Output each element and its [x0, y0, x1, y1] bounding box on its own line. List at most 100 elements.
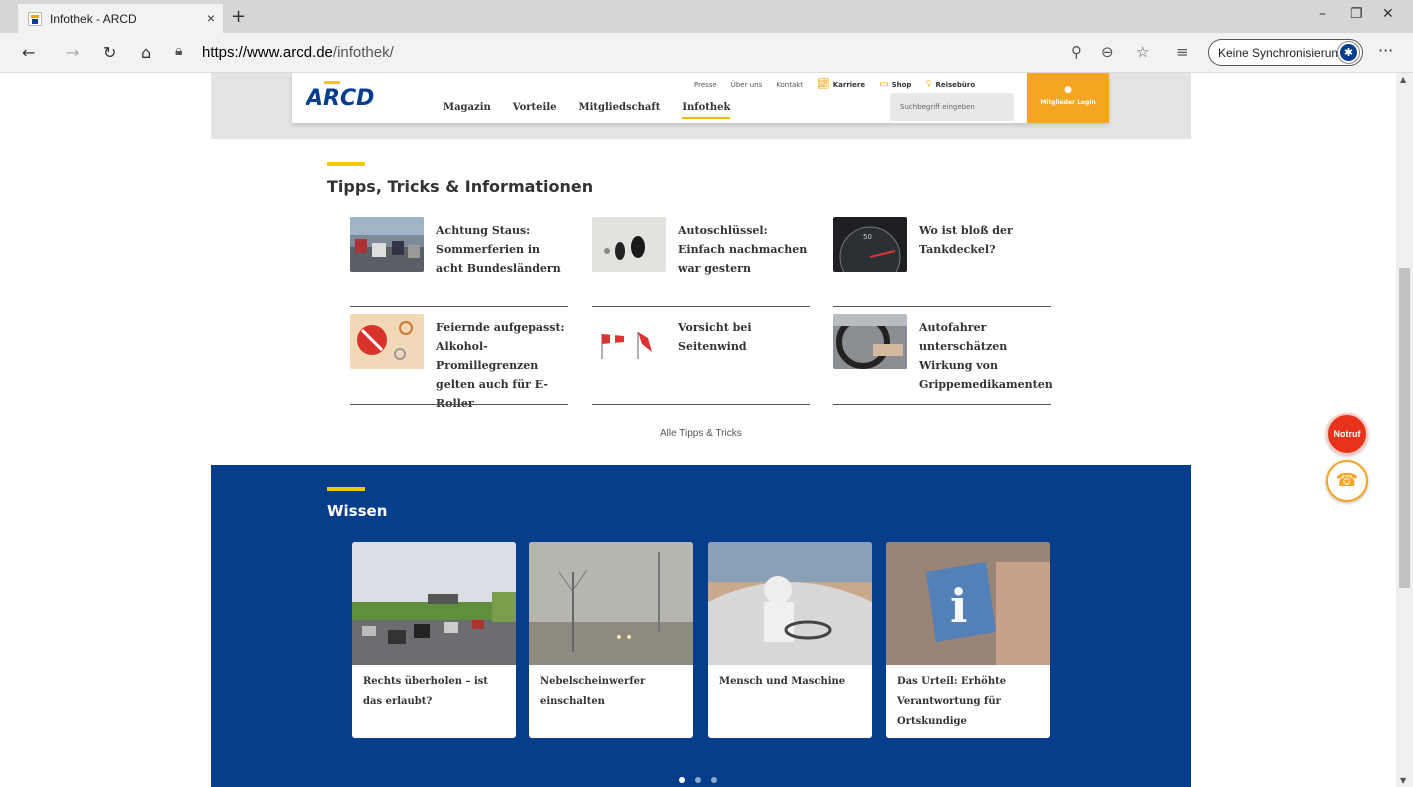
wissen-section: Wissen Rechts überholen – ist das erlaub…: [211, 465, 1191, 787]
divider: [833, 404, 1051, 405]
tip-text: Wo ist bloß der Tankdeckel?: [919, 224, 1013, 256]
tip-item[interactable]: 50 Wo ist bloß der Tankdeckel?: [833, 217, 1051, 307]
meta-reisebuero[interactable]: 💡︎ Reisebüro: [925, 79, 975, 90]
meta-shop[interactable]: ▭ Shop: [879, 79, 911, 90]
wissen-title: Wissen: [327, 502, 388, 520]
favorite-star-icon[interactable]: ☆: [1136, 43, 1149, 61]
tip-text: Vorsicht bei Seitenwind: [678, 321, 752, 353]
site-search-input[interactable]: Suchbegriff eingeben: [890, 93, 1014, 121]
url-host: https://www.arcd.de: [202, 44, 333, 61]
browser-toolbar: ← → ↻ ⌂ 🔒︎ https://www.arcd.de/infothek/…: [0, 33, 1413, 73]
tip-item[interactable]: Achtung Staus: Sommerferien in acht Bund…: [350, 217, 568, 307]
all-tips-link[interactable]: Alle Tipps & Tricks: [660, 428, 742, 439]
new-tab-button[interactable]: +: [231, 6, 246, 27]
wissen-accent-bar: [327, 487, 365, 491]
divider: [350, 306, 568, 307]
browser-tab-bar: Infothek - ARCD × + – ❐ ✕: [0, 0, 1413, 33]
tip-item[interactable]: Autoschlüssel: Einfach nachmachen war ge…: [592, 217, 810, 307]
scrollbar-thumb[interactable]: [1399, 268, 1410, 588]
meta-kontakt[interactable]: Kontakt: [776, 81, 803, 89]
tab-close-icon[interactable]: ×: [207, 10, 215, 26]
zoom-icon[interactable]: ⊖: [1101, 43, 1114, 61]
carousel-pagination: [679, 777, 717, 783]
tip-text: Achtung Staus: Sommerferien in acht Bund…: [436, 224, 561, 275]
highway-traffic-image: [352, 542, 516, 665]
wissen-card[interactable]: i Das Urteil: Erhöhte Verantwortung für …: [886, 542, 1050, 738]
svg-text:i: i: [950, 579, 967, 633]
tipps-accent-bar: [327, 162, 365, 166]
tip-text: Feiernde aufgepasst: Alkohol-Promillegre…: [436, 321, 565, 410]
phone-icon[interactable]: ☎: [1326, 460, 1368, 502]
divider: [350, 404, 568, 405]
tip-text: Autoschlüssel: Einfach nachmachen war ge…: [678, 224, 808, 275]
tipps-title: Tipps, Tricks & Informationen: [327, 177, 594, 196]
wissen-card[interactable]: Mensch und Maschine: [708, 542, 872, 738]
carousel-dot[interactable]: [695, 777, 701, 783]
forward-arrow-icon[interactable]: →: [66, 43, 79, 62]
wissen-card-title: Mensch und Maschine: [719, 676, 846, 687]
arcd-favicon-icon: [28, 11, 42, 26]
home-icon[interactable]: ⌂: [141, 43, 151, 62]
nav-magazin[interactable]: Magazin: [443, 102, 491, 119]
divider: [833, 306, 1051, 307]
page-viewport: ARCD Magazin Vorteile Mitgliedschaft Inf…: [0, 73, 1396, 787]
window-restore-button[interactable]: ❐: [1350, 6, 1363, 22]
divider: [592, 306, 810, 307]
profile-avatar-icon: ✱: [1338, 42, 1359, 63]
windsock-thumbnail: [592, 314, 666, 369]
login-label: Mitglieder Login: [1040, 99, 1096, 106]
sync-button[interactable]: Keine Synchronisierung ✱: [1208, 39, 1363, 66]
nav-infothek[interactable]: Infothek: [682, 102, 731, 119]
tip-text: Autofahrer unterschätzen Wirkung von Gri…: [919, 321, 1053, 391]
no-alcohol-thumbnail: [350, 314, 424, 369]
tab-title: Infothek - ARCD: [50, 11, 137, 26]
scroll-down-icon[interactable]: ▼: [1400, 776, 1406, 785]
monitor-icon: ▭: [879, 79, 889, 90]
window-minimize-button[interactable]: –: [1319, 6, 1326, 22]
user-icon: ●: [1064, 85, 1072, 95]
traffic-jam-thumbnail: [350, 217, 424, 272]
tip-item[interactable]: Vorsicht bei Seitenwind: [592, 314, 810, 402]
back-arrow-icon[interactable]: ←: [22, 43, 35, 62]
divider: [592, 404, 810, 405]
lock-icon[interactable]: 🔒︎: [175, 43, 182, 59]
wissen-card[interactable]: Nebelscheinwerfer einschalten: [529, 542, 693, 738]
main-navigation: Magazin Vorteile Mitgliedschaft Infothek: [443, 102, 731, 119]
nav-vorteile[interactable]: Vorteile: [513, 102, 557, 119]
refresh-icon[interactable]: ↻: [103, 43, 116, 62]
wissen-card-title: Nebelscheinwerfer einschalten: [540, 676, 646, 707]
url-field[interactable]: https://www.arcd.de/infothek/: [202, 44, 394, 61]
url-path: /infothek/: [332, 44, 394, 61]
fog-road-image: [529, 542, 693, 665]
site-header: ARCD Magazin Vorteile Mitgliedschaft Inf…: [292, 73, 1109, 123]
car-key-thumbnail: [592, 217, 666, 272]
page-scrollbar[interactable]: ▲ ▼: [1396, 73, 1413, 787]
info-cube-image: i: [886, 542, 1050, 665]
more-menu-button[interactable]: ···: [1378, 41, 1393, 60]
logo-text: ARCD: [306, 86, 374, 109]
nav-mitgliedschaft[interactable]: Mitgliedschaft: [579, 102, 661, 119]
arcd-logo[interactable]: ARCD: [304, 81, 386, 111]
tip-item[interactable]: Feiernde aufgepasst: Alkohol-Promillegre…: [350, 314, 568, 410]
wissen-card[interactable]: Rechts überholen – ist das erlaubt?: [352, 542, 516, 738]
meta-presse[interactable]: Presse: [694, 81, 717, 89]
wissen-card-title: Das Urteil: Erhöhte Verantwortung für Or…: [897, 676, 1007, 727]
fuel-gauge-thumbnail: 50: [833, 217, 907, 272]
meta-karriere[interactable]: 📈︎ Karriere: [817, 79, 865, 90]
meta-ueber-uns[interactable]: Über uns: [731, 81, 763, 89]
window-close-button[interactable]: ✕: [1382, 6, 1394, 22]
sync-label: Keine Synchronisierung: [1218, 45, 1345, 60]
carousel-dot[interactable]: [679, 777, 685, 783]
carousel-dot[interactable]: [711, 777, 717, 783]
tip-item[interactable]: Autofahrer unterschätzen Wirkung von Gri…: [833, 314, 1053, 402]
favorites-list-icon[interactable]: ≡: [1176, 43, 1189, 61]
wissen-card-title: Rechts überholen – ist das erlaubt?: [363, 676, 489, 707]
driver-pills-thumbnail: [833, 314, 907, 369]
notruf-button[interactable]: Notruf: [1326, 413, 1368, 455]
browser-tab[interactable]: Infothek - ARCD ×: [18, 4, 223, 33]
svg-text:50: 50: [863, 233, 872, 241]
member-login-button[interactable]: ● Mitglieder Login: [1027, 73, 1109, 123]
robot-driver-image: [708, 542, 872, 665]
key-icon[interactable]: ⚲: [1071, 43, 1082, 61]
scroll-up-icon[interactable]: ▲: [1400, 75, 1406, 84]
